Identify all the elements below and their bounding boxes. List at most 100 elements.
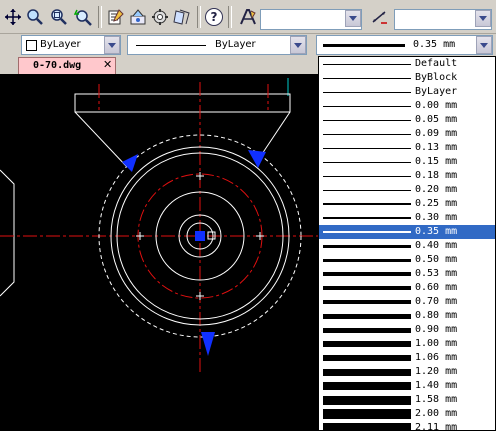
lineweight-option[interactable]: 0.09 mm xyxy=(319,127,495,141)
lineweight-preview-line xyxy=(323,272,411,276)
linetype-value: ByLayer xyxy=(215,39,256,50)
lineweight-option-label: 2.11 mm xyxy=(415,422,458,431)
color-select[interactable]: ByLayer xyxy=(21,35,121,55)
lineweight-preview xyxy=(323,44,405,47)
lineweight-preview-line xyxy=(323,328,411,333)
lineweight-option[interactable]: 1.20 mm xyxy=(319,365,495,379)
lineweight-preview-line xyxy=(323,382,411,390)
lineweight-preview-line xyxy=(323,217,411,219)
lineweight-option-label: 0.15 mm xyxy=(415,156,458,167)
lineweight-preview-line xyxy=(323,423,411,430)
standard-toolbar: ? xyxy=(0,0,496,34)
lineweight-option-label: 1.58 mm xyxy=(415,394,458,405)
sheet-set-icon[interactable] xyxy=(172,7,192,27)
lineweight-option[interactable]: 2.00 mm xyxy=(319,407,495,421)
lineweight-option[interactable]: 1.06 mm xyxy=(319,351,495,365)
zoom-previous-icon[interactable] xyxy=(73,7,93,27)
chevron-down-icon[interactable] xyxy=(104,36,120,54)
lineweight-option[interactable]: 0.60 mm xyxy=(319,281,495,295)
chevron-down-icon[interactable] xyxy=(475,10,491,27)
lineweight-preview-line xyxy=(323,148,411,149)
lineweight-preview-line xyxy=(323,245,411,248)
lineweight-option-label: 1.40 mm xyxy=(415,380,458,391)
lineweight-option[interactable]: 0.30 mm xyxy=(319,211,495,225)
lineweight-value: 0.35 mm xyxy=(413,39,456,50)
lineweight-dropdown-list[interactable]: Default ByBlock ByLayer 0.00 mm 0.05 mm 0.09 … xyxy=(318,56,496,431)
lineweight-option[interactable]: 0.70 mm xyxy=(319,295,495,309)
lineweight-option[interactable]: 0.25 mm xyxy=(319,197,495,211)
lineweight-option[interactable]: 0.18 mm xyxy=(319,169,495,183)
lineweight-option[interactable]: 0.13 mm xyxy=(319,141,495,155)
lineweight-option-label: 0.25 mm xyxy=(415,198,458,209)
dimension-style-select[interactable] xyxy=(394,9,492,30)
text-style-icon[interactable] xyxy=(238,7,258,27)
pan-icon[interactable] xyxy=(3,7,23,27)
lineweight-option[interactable]: 0.05 mm xyxy=(319,113,495,127)
lineweight-option[interactable]: 0.40 mm xyxy=(319,239,495,253)
lineweight-preview-line xyxy=(323,120,411,121)
lineweight-option[interactable]: 1.00 mm xyxy=(319,337,495,351)
help-icon[interactable]: ? xyxy=(204,7,224,27)
lineweight-preview-line xyxy=(323,409,411,419)
lineweight-option[interactable]: 1.40 mm xyxy=(319,379,495,393)
lineweight-option-label: 0.50 mm xyxy=(415,254,458,265)
lineweight-option[interactable]: 0.50 mm xyxy=(319,253,495,267)
text-style-select[interactable] xyxy=(260,9,362,30)
lineweight-preview-line xyxy=(323,314,411,319)
lineweight-option[interactable]: 0.80 mm xyxy=(319,309,495,323)
lineweight-option-label: 0.80 mm xyxy=(415,310,458,321)
lineweight-option-label: 0.90 mm xyxy=(415,324,458,335)
close-icon[interactable]: ✕ xyxy=(103,58,112,71)
lineweight-preview-line xyxy=(323,64,411,65)
lineweight-option-label: 0.05 mm xyxy=(415,114,458,125)
toolbar-separator xyxy=(98,6,102,28)
lineweight-option[interactable]: 0.35 mm xyxy=(319,225,495,239)
lineweight-option[interactable]: 1.58 mm xyxy=(319,393,495,407)
lineweight-preview-line xyxy=(323,203,411,205)
toolbar-separator xyxy=(228,6,232,28)
lineweight-preview-line xyxy=(323,231,411,233)
drawing xyxy=(0,78,318,374)
lineweight-option-label: 0.70 mm xyxy=(415,296,458,307)
lineweight-option[interactable]: 0.15 mm xyxy=(319,155,495,169)
document-tab[interactable]: 0-70.dwg ✕ xyxy=(18,57,116,74)
design-center-icon[interactable] xyxy=(128,7,148,27)
lineweight-select[interactable]: 0.35 mm xyxy=(316,35,493,55)
lineweight-option-label: ByBlock xyxy=(415,72,458,83)
lineweight-option[interactable]: 0.00 mm xyxy=(319,99,495,113)
lineweight-option-label: 0.00 mm xyxy=(415,100,458,111)
lineweight-option[interactable]: 0.90 mm xyxy=(319,323,495,337)
center-grip xyxy=(195,231,205,241)
tool-palettes-icon[interactable] xyxy=(150,7,170,27)
lineweight-option-label: ByLayer xyxy=(415,86,458,97)
dimension-style-icon[interactable] xyxy=(370,7,390,27)
lineweight-option[interactable]: 0.53 mm xyxy=(319,267,495,281)
lineweight-preview-line xyxy=(323,259,411,262)
drawing-canvas[interactable] xyxy=(0,74,318,431)
zoom-window-icon[interactable] xyxy=(49,7,69,27)
lineweight-preview-line xyxy=(323,190,411,191)
chevron-down-icon[interactable] xyxy=(290,36,306,54)
lineweight-preview-line xyxy=(323,396,411,405)
lineweight-option-label: 2.00 mm xyxy=(415,408,458,419)
linetype-select[interactable]: ByLayer xyxy=(127,35,307,55)
lineweight-option[interactable]: Default xyxy=(319,57,495,71)
lineweight-option-label: 0.13 mm xyxy=(415,142,458,153)
lineweight-option-label: 0.35 mm xyxy=(415,226,458,237)
lineweight-preview-line xyxy=(323,134,411,135)
lineweight-preview-line xyxy=(323,78,411,79)
lineweight-option[interactable]: ByBlock xyxy=(319,71,495,85)
chevron-down-icon[interactable] xyxy=(345,10,361,27)
left-partial-outline xyxy=(0,169,15,297)
color-value: ByLayer xyxy=(40,39,81,50)
lineweight-option[interactable]: 2.11 mm xyxy=(319,421,495,431)
lineweight-option[interactable]: ByLayer xyxy=(319,85,495,99)
zoom-realtime-icon[interactable] xyxy=(25,7,45,27)
lineweight-preview-line xyxy=(323,286,411,290)
properties-toolbar: ByLayer ByLayer 0.35 mm xyxy=(0,34,496,56)
lineweight-option[interactable]: 0.20 mm xyxy=(319,183,495,197)
lineweight-option-label: Default xyxy=(415,58,458,69)
properties-icon[interactable] xyxy=(106,7,126,27)
chevron-down-icon[interactable] xyxy=(476,36,492,54)
lineweight-preview-line xyxy=(323,92,411,93)
